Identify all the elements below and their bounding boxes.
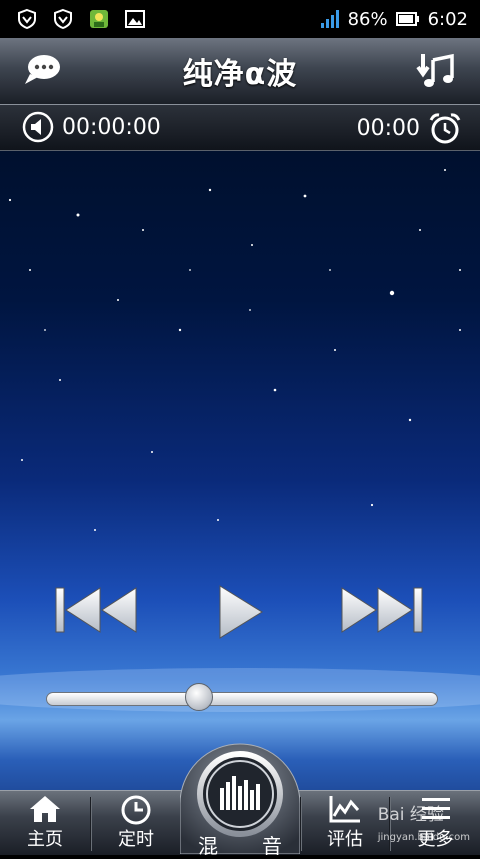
mix-label-left: 混: [198, 834, 218, 858]
seek-thumb[interactable]: [185, 683, 214, 711]
watermark: Bai 经验 jingyan.baidu.com: [378, 800, 470, 845]
elapsed-time: 00:00:00: [62, 114, 161, 140]
clock-icon: [121, 795, 151, 825]
clock-time: 6:02: [427, 8, 468, 30]
battery-percent: 86%: [347, 8, 388, 30]
home-icon: [30, 796, 60, 822]
crescent-moon: [302, 170, 366, 238]
chat-bubble-icon[interactable]: [22, 52, 62, 88]
stars: [8, 169, 461, 531]
mix-label-right: 音: [262, 834, 282, 858]
music-download-icon[interactable]: [416, 50, 456, 90]
alarm-clock-icon[interactable]: [428, 111, 462, 145]
nav-evaluate[interactable]: 评估: [302, 791, 388, 855]
nav-evaluate-label: 评估: [327, 829, 363, 850]
playback-controls: [0, 582, 480, 642]
watermark-text: Bai 经验: [377, 805, 444, 825]
watermark-sub: jingyan.baidu.com: [377, 832, 470, 843]
battery-icon: [395, 12, 419, 26]
chart-icon: [329, 796, 360, 823]
timer-bar: 00:00:00 00:00: [0, 105, 480, 151]
nav-timer-label: 定时: [118, 829, 154, 850]
nav-home[interactable]: 主页: [0, 791, 90, 855]
seek-slider[interactable]: [46, 683, 438, 711]
volume-icon[interactable]: [22, 111, 54, 143]
nav-home-label: 主页: [27, 829, 63, 850]
title-bar: 纯净α波: [0, 38, 480, 105]
next-icon[interactable]: [340, 582, 424, 638]
volume-elapsed-group: 00:00:00: [22, 111, 161, 143]
page-title: 纯净α波: [182, 57, 298, 92]
status-bar: 86% 6:02: [0, 0, 480, 38]
shield-v-icon: [18, 8, 36, 30]
nav-timer[interactable]: 定时: [92, 791, 180, 855]
previous-icon[interactable]: [54, 582, 138, 638]
countdown-time: 00:00: [356, 115, 420, 141]
seek-track[interactable]: [46, 692, 438, 706]
signal-icon: [320, 10, 339, 28]
image-icon: [125, 10, 145, 28]
shield-v-icon: [54, 8, 72, 30]
timer-group: 00:00: [357, 111, 462, 145]
app-notification-icon: [90, 10, 108, 28]
play-icon[interactable]: [216, 582, 266, 642]
